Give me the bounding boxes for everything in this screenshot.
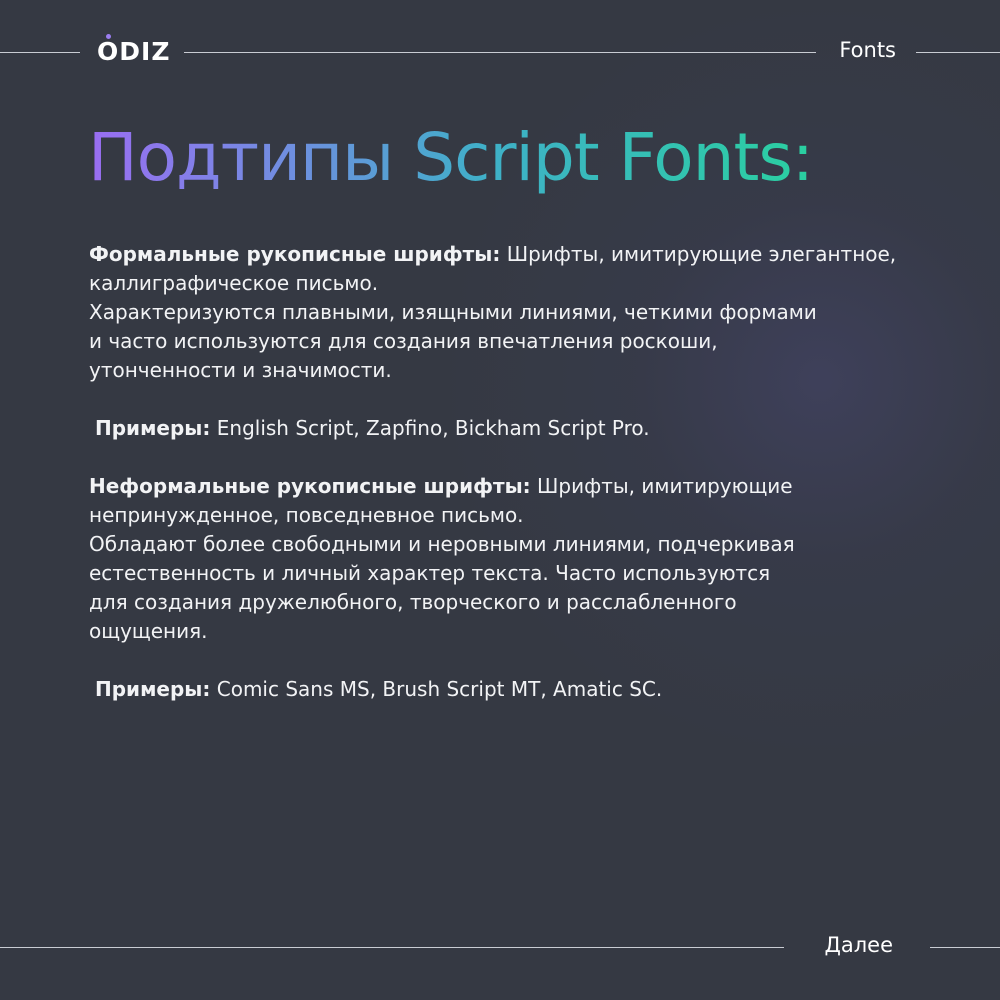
footer-line-right — [930, 947, 1000, 948]
content-body: Формальные рукописные шрифты: Шрифты, им… — [89, 240, 929, 704]
header-line-left — [0, 52, 80, 53]
examples-list: Comic Sans MS, Brush Script MT, Amatic S… — [216, 677, 663, 701]
examples-label: Примеры: — [95, 677, 211, 701]
page-title: Подтипы Script Fonts: — [88, 119, 814, 196]
header-line-middle — [184, 52, 816, 53]
examples-formal: Примеры: English Script, Zapfino, Bickha… — [89, 414, 929, 443]
section-text-line: Обладают более свободными и неровными ли… — [89, 532, 795, 556]
section-text-line: непринужденное, повседневное письмо. — [89, 503, 524, 527]
section-text-line: утонченности и значимости. — [89, 358, 392, 382]
section-text-line: для создания дружелюбного, творческого и… — [89, 590, 737, 614]
section-heading: Неформальные рукописные шрифты: — [89, 474, 531, 498]
footer-line-left — [0, 947, 784, 948]
section-first-line: Неформальные рукописные шрифты: Шрифты, … — [89, 472, 929, 501]
section-text-line: каллиграфическое письмо. — [89, 271, 379, 295]
header-line-right — [916, 52, 1000, 53]
header-topic-label: Fonts — [839, 38, 896, 62]
logo-letter-o: O — [97, 33, 119, 66]
section-text-line: Шрифты, имитирующие элегантное, — [506, 242, 897, 266]
examples-informal: Примеры: Comic Sans MS, Brush Script MT,… — [89, 675, 929, 704]
examples-list: English Script, Zapfino, Bickham Script … — [216, 416, 650, 440]
section-heading: Формальные рукописные шрифты: — [89, 242, 501, 266]
section-first-line: Формальные рукописные шрифты: Шрифты, им… — [89, 240, 929, 269]
section-informal: Неформальные рукописные шрифты: Шрифты, … — [89, 472, 929, 646]
logo-dot-icon — [106, 33, 112, 39]
section-text-line: ощущения. — [89, 619, 208, 643]
section-text-line: и часто используются для создания впечат… — [89, 329, 718, 353]
section-text-line: естественность и личный характер текста.… — [89, 561, 771, 585]
section-formal: Формальные рукописные шрифты: Шрифты, им… — [89, 240, 929, 385]
logo-letters: DIZ — [119, 36, 171, 66]
examples-label: Примеры: — [95, 416, 211, 440]
section-text-line: Шрифты, имитирующие — [537, 474, 793, 498]
next-button[interactable]: Далее — [824, 933, 893, 957]
odiz-logo: O DIZ — [97, 33, 171, 68]
section-text-line: Характеризуются плавными, изящными линия… — [89, 300, 817, 324]
